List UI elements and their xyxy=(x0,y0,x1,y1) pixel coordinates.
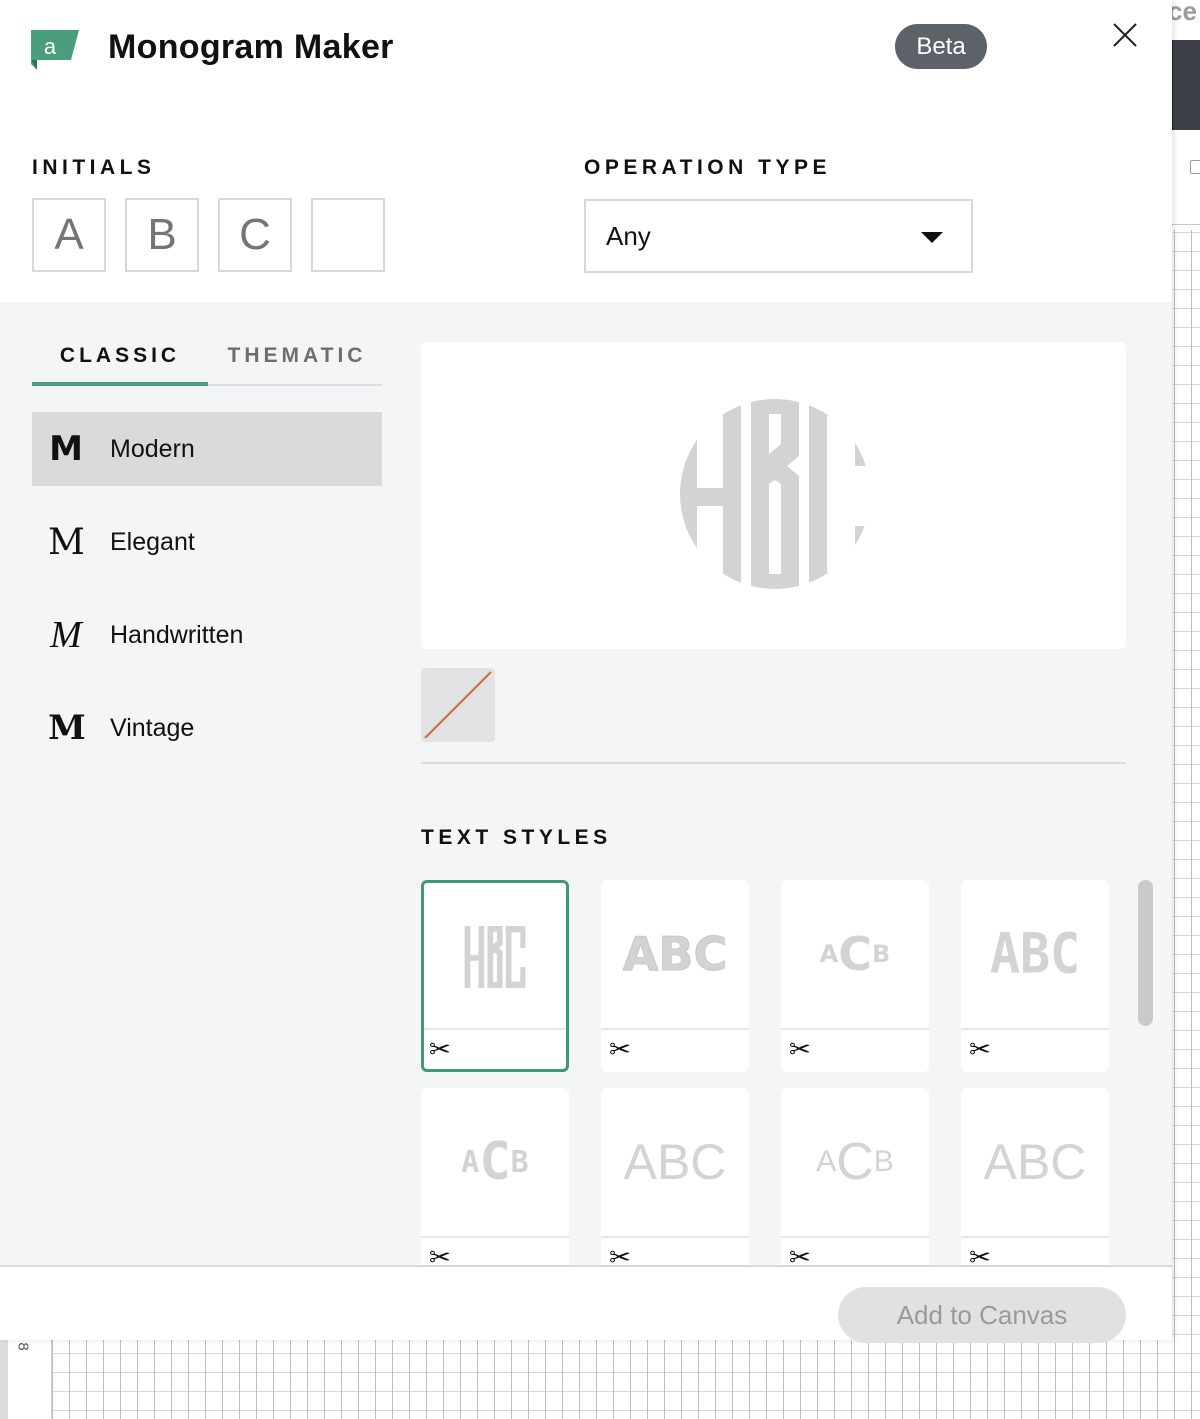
section-divider xyxy=(421,762,1126,764)
side-letter: B xyxy=(873,1145,894,1178)
operation-type-value: Any xyxy=(606,221,651,251)
style-item-modern[interactable]: M Modern xyxy=(32,412,382,486)
monogram-preview-art xyxy=(680,399,870,589)
text-style-card-2[interactable]: ABC ✂ xyxy=(601,880,749,1072)
background-divider xyxy=(1172,224,1200,225)
card-divider xyxy=(961,1028,1109,1030)
close-icon[interactable] xyxy=(1110,20,1140,50)
beta-badge: Beta xyxy=(895,24,987,69)
text-style-preview: ABC xyxy=(989,922,1081,986)
card-divider xyxy=(601,1028,749,1030)
modern-m-icon: M xyxy=(49,429,83,469)
side-letter: A xyxy=(816,1145,837,1178)
style-item-label: Handwritten xyxy=(110,620,244,649)
text-style-preview: ACB xyxy=(781,880,929,1028)
background-dark-button xyxy=(1172,40,1200,130)
caret-down-icon xyxy=(921,232,943,243)
scissors-icon: ✂ xyxy=(609,1242,631,1265)
style-item-handwritten[interactable]: M Handwritten xyxy=(32,598,382,672)
monogram-maker-dialog: a Monogram Maker Beta INITIALS OPERATION… xyxy=(0,0,1172,1343)
tab-classic[interactable]: CLASSIC xyxy=(32,342,208,386)
app-logo-a-icon: a xyxy=(31,30,79,70)
center-letter: C xyxy=(836,1133,874,1191)
initial-input-1[interactable] xyxy=(32,198,106,272)
handwritten-m-icon: M xyxy=(50,614,82,656)
text-style-card-4[interactable]: ABC ✂ xyxy=(961,880,1109,1072)
text-style-preview: ABC xyxy=(622,927,728,982)
scissors-icon: ✂ xyxy=(429,1242,451,1265)
text-style-preview xyxy=(424,883,566,1031)
style-tabs: CLASSIC THEMATIC xyxy=(32,342,382,386)
vintage-m-icon: M xyxy=(48,708,86,748)
card-divider xyxy=(424,1028,566,1030)
scissors-icon: ✂ xyxy=(969,1242,991,1265)
background-toolbar-label: ce xyxy=(1168,0,1197,26)
scissors-icon: ✂ xyxy=(429,1034,451,1064)
style-body: CLASSIC THEMATIC M Modern M Elegant M Ha… xyxy=(0,302,1172,1265)
text-style-card-8[interactable]: ABC ✂ xyxy=(961,1088,1109,1265)
style-item-elegant[interactable]: M Elegant xyxy=(32,505,382,579)
center-letter: C xyxy=(838,927,873,981)
ruler-number: 8 xyxy=(14,1342,32,1351)
card-divider xyxy=(781,1028,929,1030)
style-item-label: Vintage xyxy=(110,713,195,742)
center-letter: C xyxy=(479,1132,511,1192)
dialog-title: Monogram Maker xyxy=(108,28,394,66)
scissors-icon: ✂ xyxy=(609,1034,631,1064)
card-divider xyxy=(781,1236,929,1238)
text-style-preview: ACB xyxy=(781,1088,929,1236)
operation-type-dropdown[interactable]: Any xyxy=(584,199,973,273)
text-styles-label: TEXT STYLES xyxy=(421,826,612,849)
text-style-card-5[interactable]: ACB ✂ xyxy=(421,1088,569,1265)
style-item-vintage[interactable]: M Vintage xyxy=(32,691,382,765)
add-to-canvas-button[interactable]: Add to Canvas xyxy=(838,1287,1126,1343)
tab-thematic[interactable]: THEMATIC xyxy=(222,342,372,386)
text-style-preview: ABC xyxy=(983,1134,1087,1190)
side-letter: B xyxy=(510,1144,529,1180)
text-style-card-3[interactable]: ACB ✂ xyxy=(781,880,929,1072)
monogram-preview xyxy=(421,342,1126,649)
dialog-header: a Monogram Maker Beta xyxy=(0,0,1172,110)
text-style-card-6[interactable]: ABC ✂ xyxy=(601,1088,749,1265)
no-color-slash-icon xyxy=(424,671,492,739)
initials-label: INITIALS xyxy=(32,156,156,179)
initial-input-3[interactable] xyxy=(218,198,292,272)
scissors-icon: ✂ xyxy=(789,1242,811,1265)
style-category-list: M Modern M Elegant M Handwritten M Vinta… xyxy=(32,412,382,784)
elegant-m-icon: M xyxy=(48,521,85,563)
text-style-preview: ACB xyxy=(421,1088,569,1236)
initials-inputs xyxy=(32,198,385,272)
color-swatch-none[interactable] xyxy=(421,668,495,742)
dialog-footer: Add to Canvas xyxy=(0,1265,1172,1343)
card-divider xyxy=(961,1236,1109,1238)
svg-text:a: a xyxy=(44,34,57,59)
card-divider xyxy=(421,1236,569,1238)
card-divider xyxy=(601,1236,749,1238)
side-letter: A xyxy=(819,940,839,968)
text-style-card-7[interactable]: ACB ✂ xyxy=(781,1088,929,1265)
scissors-icon: ✂ xyxy=(789,1034,811,1064)
text-styles-scrollbar[interactable] xyxy=(1138,880,1153,1026)
background-small-icon xyxy=(1190,160,1200,174)
ruler-edge xyxy=(0,1340,8,1419)
style-item-label: Modern xyxy=(110,434,195,463)
text-style-preview: ABC xyxy=(623,1134,727,1190)
side-letter: A xyxy=(461,1144,480,1180)
operation-type-label: OPERATION TYPE xyxy=(584,156,831,179)
scissors-icon: ✂ xyxy=(969,1034,991,1064)
style-item-label: Elegant xyxy=(110,527,195,556)
text-style-card-1[interactable]: ✂ xyxy=(421,880,569,1072)
initial-input-2[interactable] xyxy=(125,198,199,272)
side-letter: B xyxy=(872,940,891,968)
initial-input-4[interactable] xyxy=(311,198,385,272)
